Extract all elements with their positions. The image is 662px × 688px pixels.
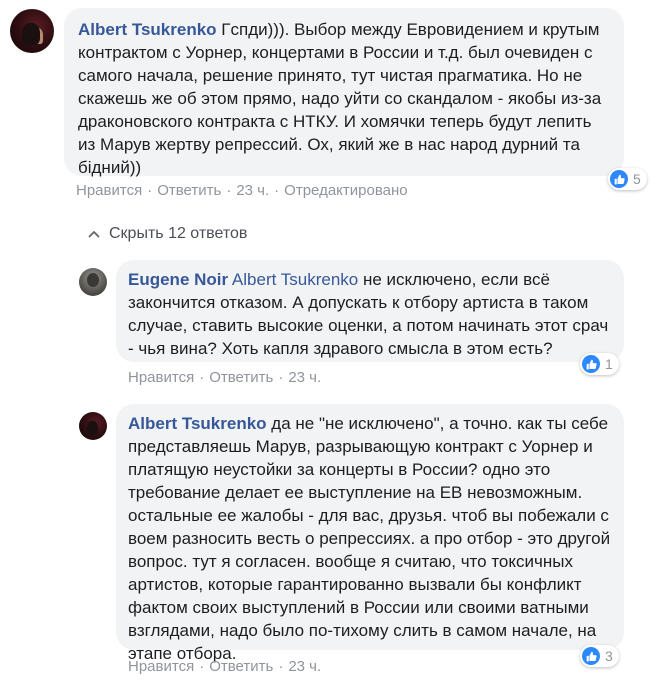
like-icon: [582, 647, 600, 665]
reaction-number: 3: [605, 648, 613, 664]
comment-bubble: Albert Tsukrenko Гспди))). Выбор между Е…: [64, 8, 624, 177]
separator: ·: [199, 658, 205, 675]
like-link[interactable]: Нравится: [76, 182, 142, 199]
hide-replies-label: Скрыть 12 ответов: [109, 225, 248, 242]
separator: ·: [278, 369, 284, 386]
reply-bubble: Eugene Noir Albert Tsukrenko не исключен…: [116, 260, 624, 362]
timestamp[interactable]: 23 ч.: [288, 369, 321, 386]
hide-replies-link[interactable]: Скрыть 12 ответов: [88, 225, 247, 243]
avatar[interactable]: [79, 268, 107, 296]
comment-author[interactable]: Albert Tsukrenko: [78, 20, 217, 39]
separator: ·: [278, 658, 284, 675]
reaction-count[interactable]: 3: [580, 645, 619, 667]
edited-label[interactable]: Отредактировано: [284, 182, 407, 199]
reaction-number: 1: [605, 356, 613, 372]
reply-actions: Нравится · Ответить · 23 ч.: [128, 369, 321, 386]
timestamp[interactable]: 23 ч.: [236, 182, 269, 199]
timestamp[interactable]: 23 ч.: [288, 658, 321, 675]
reply-author[interactable]: Albert Tsukrenko: [128, 414, 267, 433]
reply-author[interactable]: Eugene Noir: [128, 270, 228, 289]
chevron-up-icon: [88, 231, 100, 238]
like-link[interactable]: Нравится: [128, 658, 194, 675]
separator: ·: [199, 369, 205, 386]
reply-actions: Нравится · Ответить · 23 ч.: [128, 658, 321, 675]
separator: ·: [226, 182, 232, 199]
separator: ·: [274, 182, 280, 199]
separator: ·: [147, 182, 153, 199]
like-icon: [610, 170, 628, 188]
reply-link[interactable]: Ответить: [157, 182, 221, 199]
like-icon: [582, 355, 600, 373]
reply-link[interactable]: Ответить: [209, 658, 273, 675]
avatar[interactable]: [10, 9, 54, 53]
reply-bubble: Albert Tsukrenko да не "не исключено", а…: [116, 404, 624, 663]
reaction-number: 5: [633, 171, 641, 187]
comment-text: Гспди))). Выбор между Евровидением и кру…: [78, 20, 602, 177]
reply-link[interactable]: Ответить: [209, 369, 273, 386]
mention-link[interactable]: Albert Tsukrenko: [232, 270, 358, 289]
avatar[interactable]: [79, 412, 107, 440]
reaction-count[interactable]: 1: [580, 353, 619, 375]
comment-actions: Нравится · Ответить · 23 ч. · Отредактировано: [76, 182, 408, 199]
reaction-count[interactable]: 5: [608, 168, 647, 190]
like-link[interactable]: Нравится: [128, 369, 194, 386]
reply-text: да не "не исключено", а точно. как ты се…: [128, 414, 611, 663]
